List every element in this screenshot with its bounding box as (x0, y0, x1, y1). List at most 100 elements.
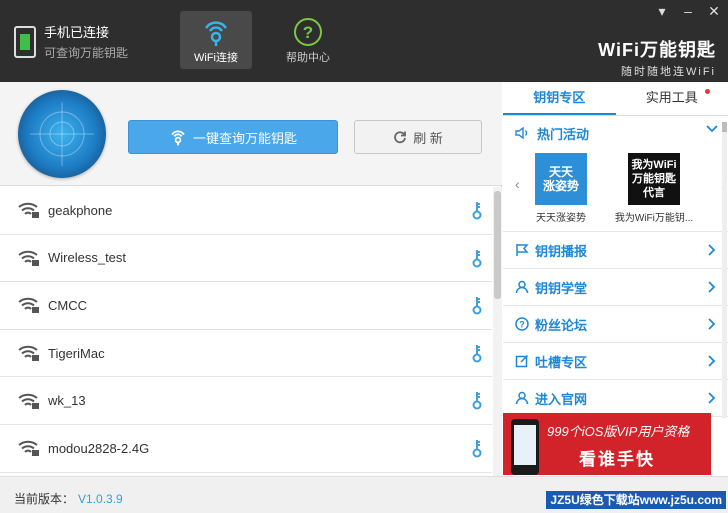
right-panel-scrollbar[interactable] (722, 122, 727, 418)
nav-wifi-connect[interactable]: WiFi连接 (180, 11, 252, 69)
wifi-locked-icon (18, 298, 39, 314)
promo-thumbnail: 我为WiFi 万能钥匙 代言 (628, 153, 680, 205)
network-ssid: Wireless_test (48, 250, 127, 266)
refresh-label: 刷 新 (413, 130, 443, 146)
chevron-right-icon (708, 355, 716, 367)
network-ssid: CMCC (48, 297, 87, 313)
status-title: 手机已连接 (44, 25, 110, 40)
key-icon[interactable] (472, 391, 482, 411)
carousel-prev-icon[interactable]: ‹ (515, 176, 520, 192)
menu-icon[interactable]: ▾ (656, 4, 668, 18)
chevron-right-icon (708, 281, 716, 293)
network-list-scrollbar[interactable] (493, 187, 502, 476)
vip-promo-banner[interactable]: 999个iOS版VIP用户资格 看谁手快 (503, 413, 711, 475)
nav-label: WiFi连接 (194, 52, 238, 64)
close-icon[interactable]: ✕ (708, 4, 720, 18)
network-ssid: geakphone (48, 202, 113, 218)
nav-help-center[interactable]: ? 帮助中心 (272, 11, 344, 69)
tab-tools[interactable]: 实用工具 (616, 82, 728, 115)
hot-activities-header[interactable]: 热门活动 (503, 116, 728, 150)
network-row[interactable]: TigeriMac (0, 330, 492, 378)
scrollbar-thumb[interactable] (494, 191, 501, 299)
right-tabs: 钥钥专区 实用工具 (503, 82, 728, 116)
refresh-button[interactable]: 刷 新 (354, 120, 482, 154)
menu-label: 进入官网 (535, 391, 588, 407)
nav-label: 帮助中心 (286, 52, 330, 64)
brand-subtitle: 随时随地连WiFi (621, 66, 716, 78)
phone-illustration (511, 419, 539, 475)
version-info: 当前版本： V1.0.3.9 (14, 490, 123, 507)
key-icon[interactable] (472, 201, 482, 221)
version-label: 当前版本： (14, 492, 75, 506)
promo-caption: 我为WiFi万能钥... (614, 213, 694, 224)
status-subtitle: 可查询万能钥匙 (44, 46, 129, 60)
menu-fan-forum[interactable]: ? 粉丝论坛 (503, 306, 728, 343)
radar-icon (18, 90, 106, 178)
left-panel: 一键查询万能钥匙 刷 新 geakphone Wireless_test CMC… (0, 82, 502, 476)
menu-key-broadcast[interactable]: 钥钥播报 (503, 232, 728, 269)
wifi-locked-icon (18, 203, 39, 219)
wifi-key-icon (204, 21, 228, 46)
network-row[interactable]: wk_13 (0, 377, 492, 425)
chevron-right-icon (708, 318, 716, 330)
site-watermark: JZ5U绿色下载站www.jz5u.com (546, 491, 726, 509)
speaker-icon (515, 126, 528, 140)
help-icon: ? (294, 18, 322, 46)
chevron-right-icon (708, 392, 716, 404)
menu-label: 吐槽专区 (535, 354, 588, 370)
svg-text:?: ? (303, 23, 313, 42)
network-row[interactable]: modou2828-2.4G (0, 425, 492, 473)
tab-tools-label: 实用工具 (645, 90, 698, 105)
key-icon[interactable] (472, 249, 482, 269)
menu-official-site[interactable]: 进入官网 (503, 380, 728, 417)
banner-tagline: 看谁手快 (579, 450, 655, 469)
wifi-locked-icon (18, 441, 39, 457)
window-controls: ▾ – ✕ (656, 4, 720, 18)
query-area: 一键查询万能钥匙 刷 新 (0, 82, 502, 186)
menu-label: 钥钥播报 (535, 243, 588, 259)
promo-carousel: ‹ 天天 涨姿势 天天涨姿势 我为WiFi 万能钥匙 代言 我为WiFi万能钥.… (503, 150, 728, 232)
connection-status: 手机已连接 可查询万能钥匙 (14, 22, 128, 61)
brand-title: WiFi万能钥匙 (598, 40, 716, 60)
notification-badge (705, 89, 710, 94)
key-icon[interactable] (472, 344, 482, 364)
version-value: V1.0.3.9 (78, 492, 123, 506)
network-row[interactable]: Wireless_test (0, 235, 492, 283)
key-icon[interactable] (472, 439, 482, 459)
wifi-locked-icon (18, 250, 39, 266)
wifi-key-icon (171, 130, 185, 146)
network-ssid: wk_13 (48, 393, 86, 409)
network-row[interactable]: geakphone (0, 187, 492, 235)
question-icon: ? (515, 317, 529, 331)
hot-activities-title: 热门活动 (537, 126, 590, 142)
query-keys-label: 一键查询万能钥匙 (192, 130, 297, 146)
user-icon (515, 391, 529, 405)
refresh-icon (394, 131, 407, 144)
promo-caption: 天天涨姿势 (536, 213, 586, 224)
right-panel: 钥钥专区 实用工具 热门活动 ‹ 天天 涨姿势 天天涨姿势 我为WiFi 万能钥… (503, 82, 728, 476)
promo-card[interactable]: 天天 涨姿势 天天涨姿势 (531, 153, 591, 224)
wifi-locked-icon (18, 393, 39, 409)
minimize-icon[interactable]: – (682, 4, 694, 18)
brand-logo: WiFi万能钥匙 随时随地连WiFi (598, 36, 716, 79)
chevron-down-icon[interactable] (706, 125, 718, 133)
svg-text:?: ? (519, 320, 525, 330)
menu-label: 粉丝论坛 (535, 317, 588, 333)
wifi-network-list: geakphone Wireless_test CMCC TigeriMac w… (0, 187, 492, 476)
key-icon[interactable] (472, 296, 482, 316)
wifi-locked-icon (18, 345, 39, 362)
status-bar: 当前版本： V1.0.3.9 JZ5U绿色下载站www.jz5u.com (0, 476, 728, 513)
menu-complaints[interactable]: 吐槽专区 (503, 343, 728, 380)
user-icon (515, 280, 529, 294)
query-keys-button[interactable]: 一键查询万能钥匙 (128, 120, 338, 154)
flag-icon (515, 243, 529, 257)
menu-key-school[interactable]: 钥钥学堂 (503, 269, 728, 306)
banner-headline: 999个iOS版VIP用户资格 (547, 424, 690, 439)
tab-key-zone[interactable]: 钥钥专区 (503, 82, 616, 115)
promo-thumbnail: 天天 涨姿势 (535, 153, 587, 205)
promo-card[interactable]: 我为WiFi 万能钥匙 代言 我为WiFi万能钥... (609, 153, 699, 224)
network-ssid: modou2828-2.4G (48, 440, 150, 456)
scrollbar-thumb[interactable] (722, 122, 727, 132)
network-row[interactable]: CMCC (0, 282, 492, 330)
menu-label: 钥钥学堂 (535, 280, 588, 296)
